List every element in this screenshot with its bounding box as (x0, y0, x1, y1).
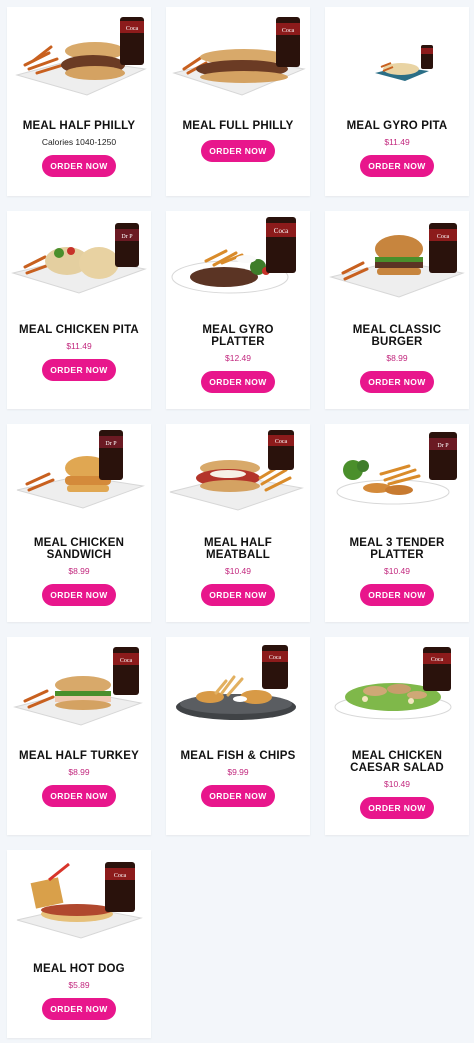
classic-burger-meal-image: Coca (325, 211, 469, 306)
menu-card-fish-chips[interactable]: Coca MEAL FISH & CHIPS $9.99 ORDER NOW (166, 637, 310, 835)
item-name: MEAL GYRO PLATTER (202, 324, 274, 348)
svg-text:Coca: Coca (114, 873, 127, 879)
chicken-caesar-salad-meal-image: Coca (325, 637, 469, 732)
menu-card-full-philly[interactable]: Coca MEAL FULL PHILLY ORDER NOW (166, 7, 310, 196)
item-price: $11.49 (384, 137, 410, 147)
svg-text:Dr P: Dr P (105, 441, 117, 447)
item-name: MEAL GYRO PITA (346, 120, 448, 132)
menu-card-classic-burger[interactable]: Coca MEAL CLASSIC BURGER $8.99 ORDER NOW (325, 211, 469, 409)
menu-card-chicken-caesar-salad[interactable]: Coca MEAL CHICKEN CAESAR SALAD $10.49 OR… (325, 637, 469, 835)
hot-dog-meal-image: Coca (7, 850, 151, 945)
item-calories: Calories 1040-1250 (41, 137, 117, 147)
svg-text:Coca: Coca (269, 655, 282, 661)
item-price: $10.49 (384, 566, 410, 576)
menu-card-tender-platter[interactable]: Dr P MEAL 3 TENDER PLATTER $10.49 ORDER … (325, 424, 469, 622)
chicken-pita-meal-image: Dr P (7, 211, 151, 306)
item-name: MEAL HALF PHILLY (22, 120, 136, 132)
item-price: $5.89 (68, 980, 90, 990)
menu-card-half-meatball[interactable]: Coca MEAL HALF MEATBALL $10.49 ORDER NOW (166, 424, 310, 622)
svg-text:Coca: Coca (126, 26, 139, 32)
half-philly-meal-image: Coca (7, 7, 151, 102)
item-name: MEAL FULL PHILLY (182, 120, 294, 132)
item-price: $8.99 (68, 566, 90, 576)
item-price: $10.49 (225, 566, 251, 576)
svg-text:Coca: Coca (282, 28, 295, 34)
item-name: MEAL CHICKEN PITA (19, 324, 139, 336)
menu-card-gyro-platter[interactable]: Coca MEAL GYRO PLATTER $12.49 ORDER NOW (166, 211, 310, 409)
item-name: MEAL HALF TURKEY (19, 750, 139, 762)
order-now-button[interactable]: ORDER NOW (42, 785, 116, 807)
chicken-sandwich-meal-image: Dr P (7, 424, 151, 519)
order-now-button[interactable]: ORDER NOW (360, 155, 434, 177)
order-now-button[interactable]: ORDER NOW (201, 584, 275, 606)
full-philly-meal-image: Coca (166, 7, 310, 102)
item-price: $8.99 (68, 767, 90, 777)
half-turkey-meal-image: Coca (7, 637, 151, 732)
item-name: MEAL 3 TENDER PLATTER (349, 537, 445, 561)
menu-card-chicken-pita[interactable]: Dr P MEAL CHICKEN PITA $11.49 ORDER NOW (7, 211, 151, 409)
order-now-button[interactable]: ORDER NOW (42, 155, 116, 177)
menu-card-half-turkey[interactable]: Coca MEAL HALF TURKEY $8.99 ORDER NOW (7, 637, 151, 835)
menu-card-hot-dog[interactable]: Coca MEAL HOT DOG $5.89 ORDER NOW (7, 850, 151, 1038)
item-name: MEAL HOT DOG (33, 963, 125, 975)
order-now-button[interactable]: ORDER NOW (42, 584, 116, 606)
fish-chips-meal-image: Coca (166, 637, 310, 732)
order-now-button[interactable]: ORDER NOW (42, 359, 116, 381)
order-now-button[interactable]: ORDER NOW (42, 998, 116, 1020)
order-now-button[interactable]: ORDER NOW (201, 785, 275, 807)
svg-text:Coca: Coca (431, 657, 444, 663)
item-price: $8.99 (386, 353, 408, 363)
svg-text:Coca: Coca (274, 227, 289, 235)
svg-text:Coca: Coca (437, 234, 450, 240)
order-now-button[interactable]: ORDER NOW (201, 371, 275, 393)
item-price: $10.49 (384, 779, 410, 789)
gyro-pita-meal-image (325, 7, 469, 102)
tender-platter-meal-image: Dr P (325, 424, 469, 519)
item-name: MEAL FISH & CHIPS (180, 750, 296, 762)
menu-card-chicken-sandwich[interactable]: Dr P MEAL CHICKEN SANDWICH $8.99 ORDER N… (7, 424, 151, 622)
item-price: $12.49 (225, 353, 251, 363)
order-now-button[interactable]: ORDER NOW (360, 371, 434, 393)
item-name: MEAL CHICKEN SANDWICH (33, 537, 125, 561)
order-now-button[interactable]: ORDER NOW (360, 797, 434, 819)
menu-card-gyro-pita[interactable]: MEAL GYRO PITA $11.49 ORDER NOW (325, 7, 469, 196)
order-now-button[interactable]: ORDER NOW (201, 140, 275, 162)
item-price: $9.99 (227, 767, 249, 777)
gyro-platter-meal-image: Coca (166, 211, 310, 306)
item-name: MEAL CLASSIC BURGER (352, 324, 442, 348)
order-now-button[interactable]: ORDER NOW (360, 584, 434, 606)
svg-text:Coca: Coca (120, 658, 133, 664)
svg-text:Dr P: Dr P (121, 234, 133, 240)
item-name: MEAL HALF MEATBALL (203, 537, 273, 561)
item-price: $11.49 (66, 341, 92, 351)
item-name: MEAL CHICKEN CAESAR SALAD (350, 750, 444, 774)
svg-text:Coca: Coca (275, 439, 288, 445)
svg-text:Dr P: Dr P (437, 443, 449, 449)
half-meatball-meal-image: Coca (166, 424, 310, 519)
menu-grid: Coca MEAL HALF PHILLY Calories 1040-1250… (7, 7, 469, 1038)
menu-card-half-philly[interactable]: Coca MEAL HALF PHILLY Calories 1040-1250… (7, 7, 151, 196)
